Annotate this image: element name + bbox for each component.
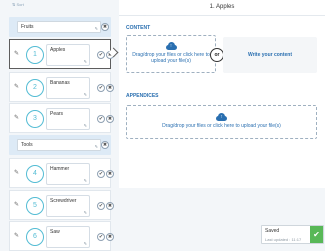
drag-handle-icon[interactable]: ✎ bbox=[14, 50, 19, 57]
drag-handle-icon[interactable]: ✎ bbox=[14, 169, 19, 176]
item-name: Apples bbox=[50, 47, 66, 53]
pencil-icon: ✎ bbox=[83, 178, 87, 183]
section-title: Fruits bbox=[21, 24, 34, 30]
confirm-button[interactable]: ✔ bbox=[97, 115, 105, 123]
list-item[interactable]: ✎ 3 Pears ✎ ✔ ✖ bbox=[9, 103, 114, 133]
check-icon: ✔ bbox=[310, 226, 323, 243]
section-title-field[interactable]: Fruits ✎ bbox=[17, 21, 101, 33]
section-title: Tools bbox=[21, 142, 33, 148]
cloud-upload-icon: ↑ bbox=[216, 113, 227, 121]
item-number: 2 bbox=[26, 79, 44, 97]
list-item[interactable]: ✎ 5 Screwdriver ✎ ✔ ✖ bbox=[9, 190, 114, 220]
or-separator: or bbox=[210, 48, 224, 62]
toast-title: Saved bbox=[265, 228, 280, 234]
list-item[interactable]: ✎ 2 Bananas ✎ ✔ ✖ bbox=[9, 72, 114, 102]
item-name-field[interactable]: Bananas ✎ bbox=[46, 77, 90, 99]
item-name-field[interactable]: Screwdriver ✎ bbox=[46, 195, 90, 217]
confirm-button[interactable]: ✔ bbox=[97, 51, 105, 59]
pencil-icon: ✎ bbox=[94, 144, 98, 149]
dropzone-text: Drag/drop your files or click here to up… bbox=[132, 52, 210, 64]
drag-handle-icon[interactable]: ✎ bbox=[14, 201, 19, 208]
delete-button[interactable]: ✖ bbox=[106, 202, 114, 210]
confirm-button[interactable]: ✔ bbox=[97, 233, 105, 241]
item-name: Bananas bbox=[50, 80, 70, 86]
divider bbox=[119, 15, 325, 16]
delete-button[interactable]: ✖ bbox=[106, 84, 114, 92]
pencil-icon: ✎ bbox=[83, 59, 87, 64]
sort-link[interactable]: ⇅ Sort bbox=[12, 2, 24, 7]
delete-section-button[interactable]: ✖ bbox=[101, 23, 109, 31]
item-number: 5 bbox=[26, 197, 44, 215]
page-title: 1. Apples bbox=[209, 4, 235, 10]
item-name-field[interactable]: Hammer ✎ bbox=[46, 163, 90, 185]
cloud-upload-icon: ↑ bbox=[165, 42, 177, 50]
outline-column: ⇅ Sort Fruits ✎ ✖ ✎ 1 Apples ✎ ✔ ✖ ✎ 2 B… bbox=[0, 0, 114, 251]
pencil-icon: ✎ bbox=[83, 92, 87, 97]
item-name-field[interactable]: Pears ✎ bbox=[46, 108, 90, 130]
item-name: Hammer bbox=[50, 166, 70, 172]
item-number: 6 bbox=[26, 228, 44, 246]
item-number: 3 bbox=[26, 110, 44, 128]
appendices-dropzone[interactable]: ↑ Drag/drop your files or click here to … bbox=[126, 105, 317, 139]
write-content-button[interactable]: Write your content bbox=[223, 37, 317, 73]
list-item[interactable]: ✎ 4 Hammer ✎ ✔ ✖ bbox=[9, 158, 114, 188]
list-item[interactable]: ✎ 6 Saw ✎ ✔ ✖ bbox=[9, 221, 114, 251]
delete-button[interactable]: ✖ bbox=[106, 115, 114, 123]
save-status-toast: Saved Last updated : 11:17 ✔ bbox=[261, 225, 324, 244]
section-header-fruits: Fruits ✎ ✖ bbox=[9, 17, 111, 37]
delete-button[interactable]: ✖ bbox=[106, 233, 114, 241]
pencil-icon: ✎ bbox=[83, 210, 87, 215]
pencil-icon: ✎ bbox=[83, 123, 87, 128]
item-name: Saw bbox=[50, 229, 60, 235]
section-title-field[interactable]: Tools ✎ bbox=[17, 139, 101, 151]
confirm-button[interactable]: ✔ bbox=[97, 170, 105, 178]
item-name-field[interactable]: Saw ✎ bbox=[46, 226, 90, 248]
item-name: Pears bbox=[50, 111, 64, 117]
content-dropzone[interactable]: ↑ Drag/drop your files or click here to … bbox=[126, 35, 216, 73]
delete-section-button[interactable]: ✖ bbox=[101, 141, 109, 149]
section-header-tools: Tools ✎ ✖ bbox=[9, 135, 111, 155]
confirm-button[interactable]: ✔ bbox=[97, 202, 105, 210]
delete-button[interactable]: ✖ bbox=[106, 170, 114, 178]
content-label: CONTENT bbox=[126, 25, 151, 31]
item-number: 1 bbox=[26, 46, 44, 64]
item-name-field[interactable]: Apples ✎ bbox=[46, 44, 90, 66]
pencil-icon: ✎ bbox=[94, 26, 98, 31]
drag-handle-icon[interactable]: ✎ bbox=[14, 232, 19, 239]
confirm-button[interactable]: ✔ bbox=[97, 84, 105, 92]
item-number: 4 bbox=[26, 165, 44, 183]
dropzone-text: Drag/drop your files or click here to up… bbox=[162, 123, 281, 129]
item-name: Screwdriver bbox=[50, 198, 77, 204]
drag-handle-icon[interactable]: ✎ bbox=[14, 83, 19, 90]
detail-panel: 1. Apples CONTENT ↑ Drag/drop your files… bbox=[119, 0, 325, 188]
list-item[interactable]: ✎ 1 Apples ✎ ✔ ✖ bbox=[9, 39, 114, 69]
appendices-label: APPENDICES bbox=[126, 93, 159, 99]
toast-timestamp: Last updated : 11:17 bbox=[265, 237, 302, 242]
pencil-icon: ✎ bbox=[83, 241, 87, 246]
drag-handle-icon[interactable]: ✎ bbox=[14, 114, 19, 121]
